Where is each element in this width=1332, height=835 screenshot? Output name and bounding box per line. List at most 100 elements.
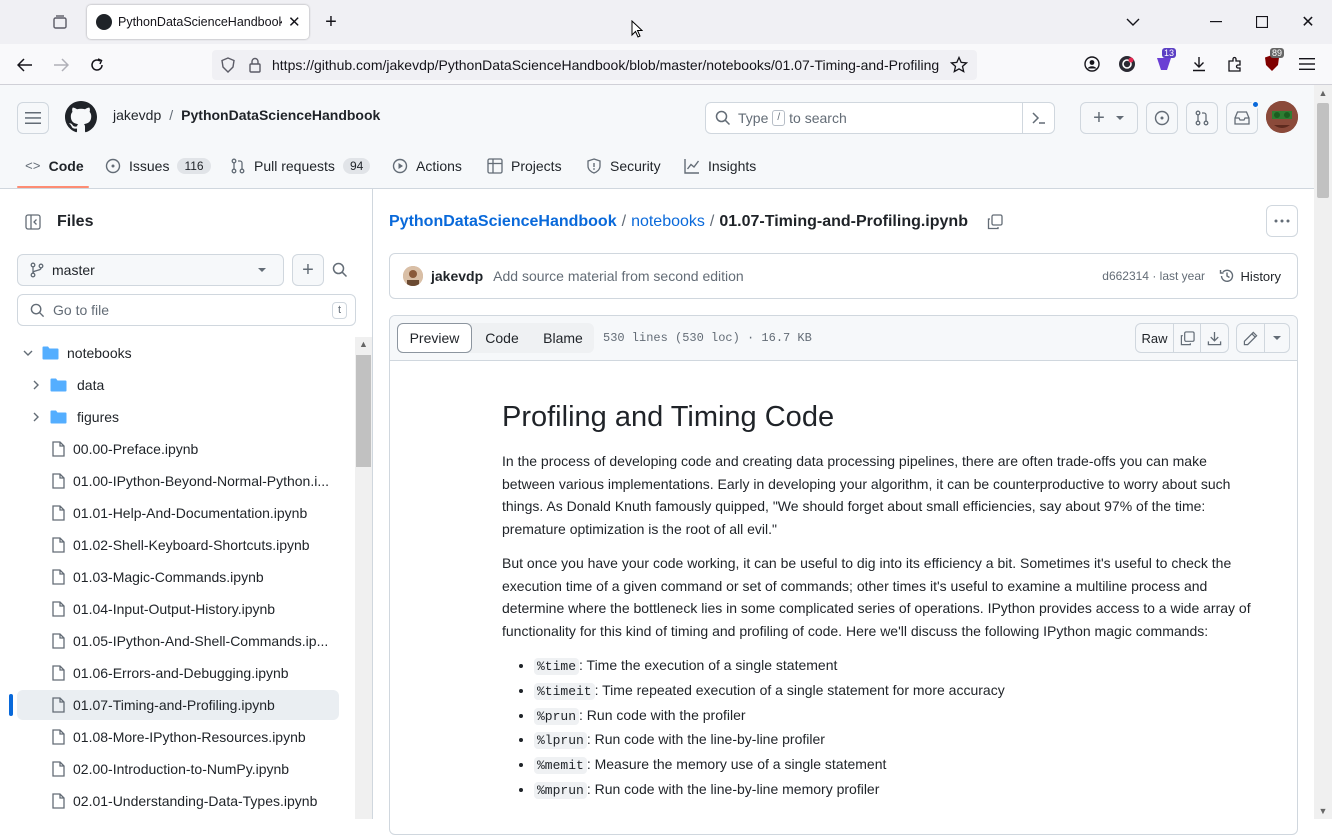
tree-file-item[interactable]: 00.00-Preface.ipynb (17, 434, 339, 464)
back-icon[interactable] (14, 54, 36, 76)
tree-file-item[interactable]: 01.07-Timing-and-Profiling.ipynb (17, 690, 339, 720)
tree-folder-item[interactable]: data (17, 370, 339, 400)
issues-counter: 116 (177, 158, 211, 174)
add-file-button[interactable]: + (292, 254, 324, 286)
tab-preview[interactable]: Preview (397, 323, 472, 353)
tree-file-item[interactable]: 02.01-Understanding-Data-Types.ipynb (17, 786, 339, 816)
branch-selector[interactable]: master (17, 254, 284, 286)
avatar[interactable] (1266, 101, 1298, 133)
extension-ublock-icon[interactable]: 89 (1261, 48, 1285, 74)
collapse-sidebar-icon[interactable] (17, 206, 49, 238)
tab-actions[interactable]: Actions (392, 143, 462, 189)
list-item: %prun: Run code with the profiler (534, 704, 1262, 729)
sidebar-scrollbar[interactable]: ▲ (355, 337, 372, 819)
paragraph-1: In the process of developing code and cr… (502, 453, 1231, 537)
tree-file-item[interactable]: 01.05-IPython-And-Shell-Commands.ip... (17, 626, 339, 656)
lock-icon[interactable] (248, 57, 262, 73)
tree-file-item[interactable]: 01.08-More-IPython-Resources.ipynb (17, 722, 339, 752)
downloads-icon[interactable] (1189, 54, 1209, 74)
go-to-file-input[interactable]: Go to file t (17, 294, 356, 326)
tab-projects[interactable]: Projects (487, 143, 562, 189)
author-avatar[interactable] (403, 266, 423, 286)
global-search-input[interactable]: Type / to search (705, 102, 1055, 134)
tab-code[interactable]: <> Code (25, 143, 84, 189)
magic-command-code: %memit (534, 757, 587, 775)
chevron-right-icon[interactable] (28, 412, 44, 422)
download-icon[interactable] (1201, 324, 1228, 352)
tree-file-item[interactable]: 01.04-Input-Output-History.ipynb (17, 594, 339, 624)
bookmark-star-icon[interactable] (950, 56, 968, 74)
sidebar-title: Files (57, 213, 94, 230)
new-tab-icon[interactable]: + (320, 10, 342, 34)
minimize-window-icon[interactable] (1206, 12, 1226, 32)
tab-pull-requests[interactable]: Pull requests 94 (230, 143, 371, 189)
global-menu-button[interactable] (17, 102, 49, 134)
scroll-up-arrow-icon[interactable]: ▲ (1314, 85, 1332, 101)
list-item-text: : Run code with the line-by-line memory … (586, 780, 880, 797)
file-toolbar: Preview Code Blame 530 lines (530 loc) ·… (390, 316, 1297, 361)
inbox-button[interactable] (1226, 100, 1260, 134)
list-tabs-chevron-icon[interactable] (1124, 12, 1142, 32)
extension-purple-icon[interactable]: 13 (1153, 48, 1177, 74)
scrollbar-thumb[interactable] (356, 355, 371, 467)
edit-dropdown-chevron-icon[interactable] (1265, 324, 1289, 352)
tab-overview-icon[interactable] (48, 10, 72, 34)
tab-pull-requests-label: Pull requests (254, 158, 335, 174)
notification-dot (1251, 100, 1260, 109)
edit-pencil-icon[interactable] (1237, 324, 1265, 352)
extension-tracker-icon[interactable] (1117, 54, 1137, 74)
breadcrumb-repo-link[interactable]: PythonDataScienceHandbook (389, 213, 617, 231)
maximize-window-icon[interactable] (1252, 12, 1272, 32)
browser-tab-active[interactable]: PythonDataScienceHandbook/ ✕ (87, 5, 309, 39)
play-icon (392, 158, 408, 174)
search-code-button[interactable] (324, 254, 356, 286)
url-text[interactable]: https://github.com/jakevdp/PythonDataSci… (272, 57, 942, 73)
tab-close-icon[interactable]: ✕ (288, 13, 301, 31)
tab-issues[interactable]: Issues 116 (105, 143, 211, 189)
table-icon (487, 158, 503, 174)
tree-file-item[interactable]: 01.03-Magic-Commands.ipynb (17, 562, 339, 592)
issues-button[interactable] (1146, 102, 1178, 134)
command-palette-icon[interactable] (1022, 103, 1054, 133)
raw-button[interactable]: Raw (1136, 324, 1174, 352)
tree-folder-item[interactable]: figures (17, 402, 339, 432)
scroll-up-arrow-icon[interactable]: ▲ (355, 337, 372, 351)
tab-insights[interactable]: Insights (684, 143, 756, 189)
github-logo-icon[interactable] (65, 101, 97, 133)
tree-file-item[interactable]: 01.02-Shell-Keyboard-Shortcuts.ipynb (17, 530, 339, 560)
more-options-button[interactable] (1266, 205, 1298, 237)
tree-folder-item[interactable]: notebooks (17, 338, 339, 368)
account-icon[interactable] (1082, 54, 1102, 74)
tree-file-item[interactable]: 02.00-Introduction-to-NumPy.ipynb (17, 754, 339, 784)
repo-owner-link[interactable]: jakevdp (113, 107, 161, 123)
tree-file-item[interactable]: 01.06-Errors-and-Debugging.ipynb (17, 658, 339, 688)
tracking-protection-shield-icon[interactable] (220, 57, 236, 73)
scroll-down-arrow-icon[interactable]: ▼ (1314, 803, 1332, 819)
tab-blame[interactable]: Blame (532, 330, 594, 346)
history-button[interactable]: History (1211, 261, 1289, 291)
extensions-puzzle-icon[interactable] (1225, 54, 1245, 74)
chevron-right-icon[interactable] (28, 380, 44, 390)
create-new-button[interactable]: + (1080, 102, 1138, 134)
chevron-down-icon[interactable] (20, 350, 36, 356)
tree-file-item[interactable]: 01.00-IPython-Beyond-Normal-Python.i... (17, 466, 339, 496)
scrollbar-thumb[interactable] (1317, 103, 1329, 198)
reload-icon[interactable] (86, 54, 108, 76)
tab-code-view[interactable]: Code (472, 330, 532, 346)
tab-security[interactable]: Security (586, 143, 661, 189)
commit-author-link[interactable]: jakevdp (431, 268, 483, 284)
repo-name-link[interactable]: PythonDataScienceHandbook (181, 107, 380, 123)
url-bar[interactable]: https://github.com/jakevdp/PythonDataSci… (212, 50, 977, 80)
copy-path-icon[interactable] (987, 214, 1003, 230)
close-window-icon[interactable]: ✕ (1298, 12, 1318, 32)
folder-icon (50, 410, 67, 424)
github-header: jakevdp / PythonDataScienceHandbook Type… (0, 85, 1314, 189)
copy-raw-icon[interactable] (1174, 324, 1201, 352)
commit-message-link[interactable]: Add source material from second edition (493, 268, 744, 284)
breadcrumb-folder-link[interactable]: notebooks (631, 213, 705, 231)
commit-sha-time[interactable]: d662314 · last year (1102, 269, 1205, 283)
pull-requests-button[interactable] (1186, 102, 1218, 134)
hamburger-menu-icon[interactable] (1297, 54, 1317, 74)
page-scrollbar[interactable]: ▲ ▼ (1314, 85, 1332, 819)
tree-file-item[interactable]: 01.01-Help-And-Documentation.ipynb (17, 498, 339, 528)
